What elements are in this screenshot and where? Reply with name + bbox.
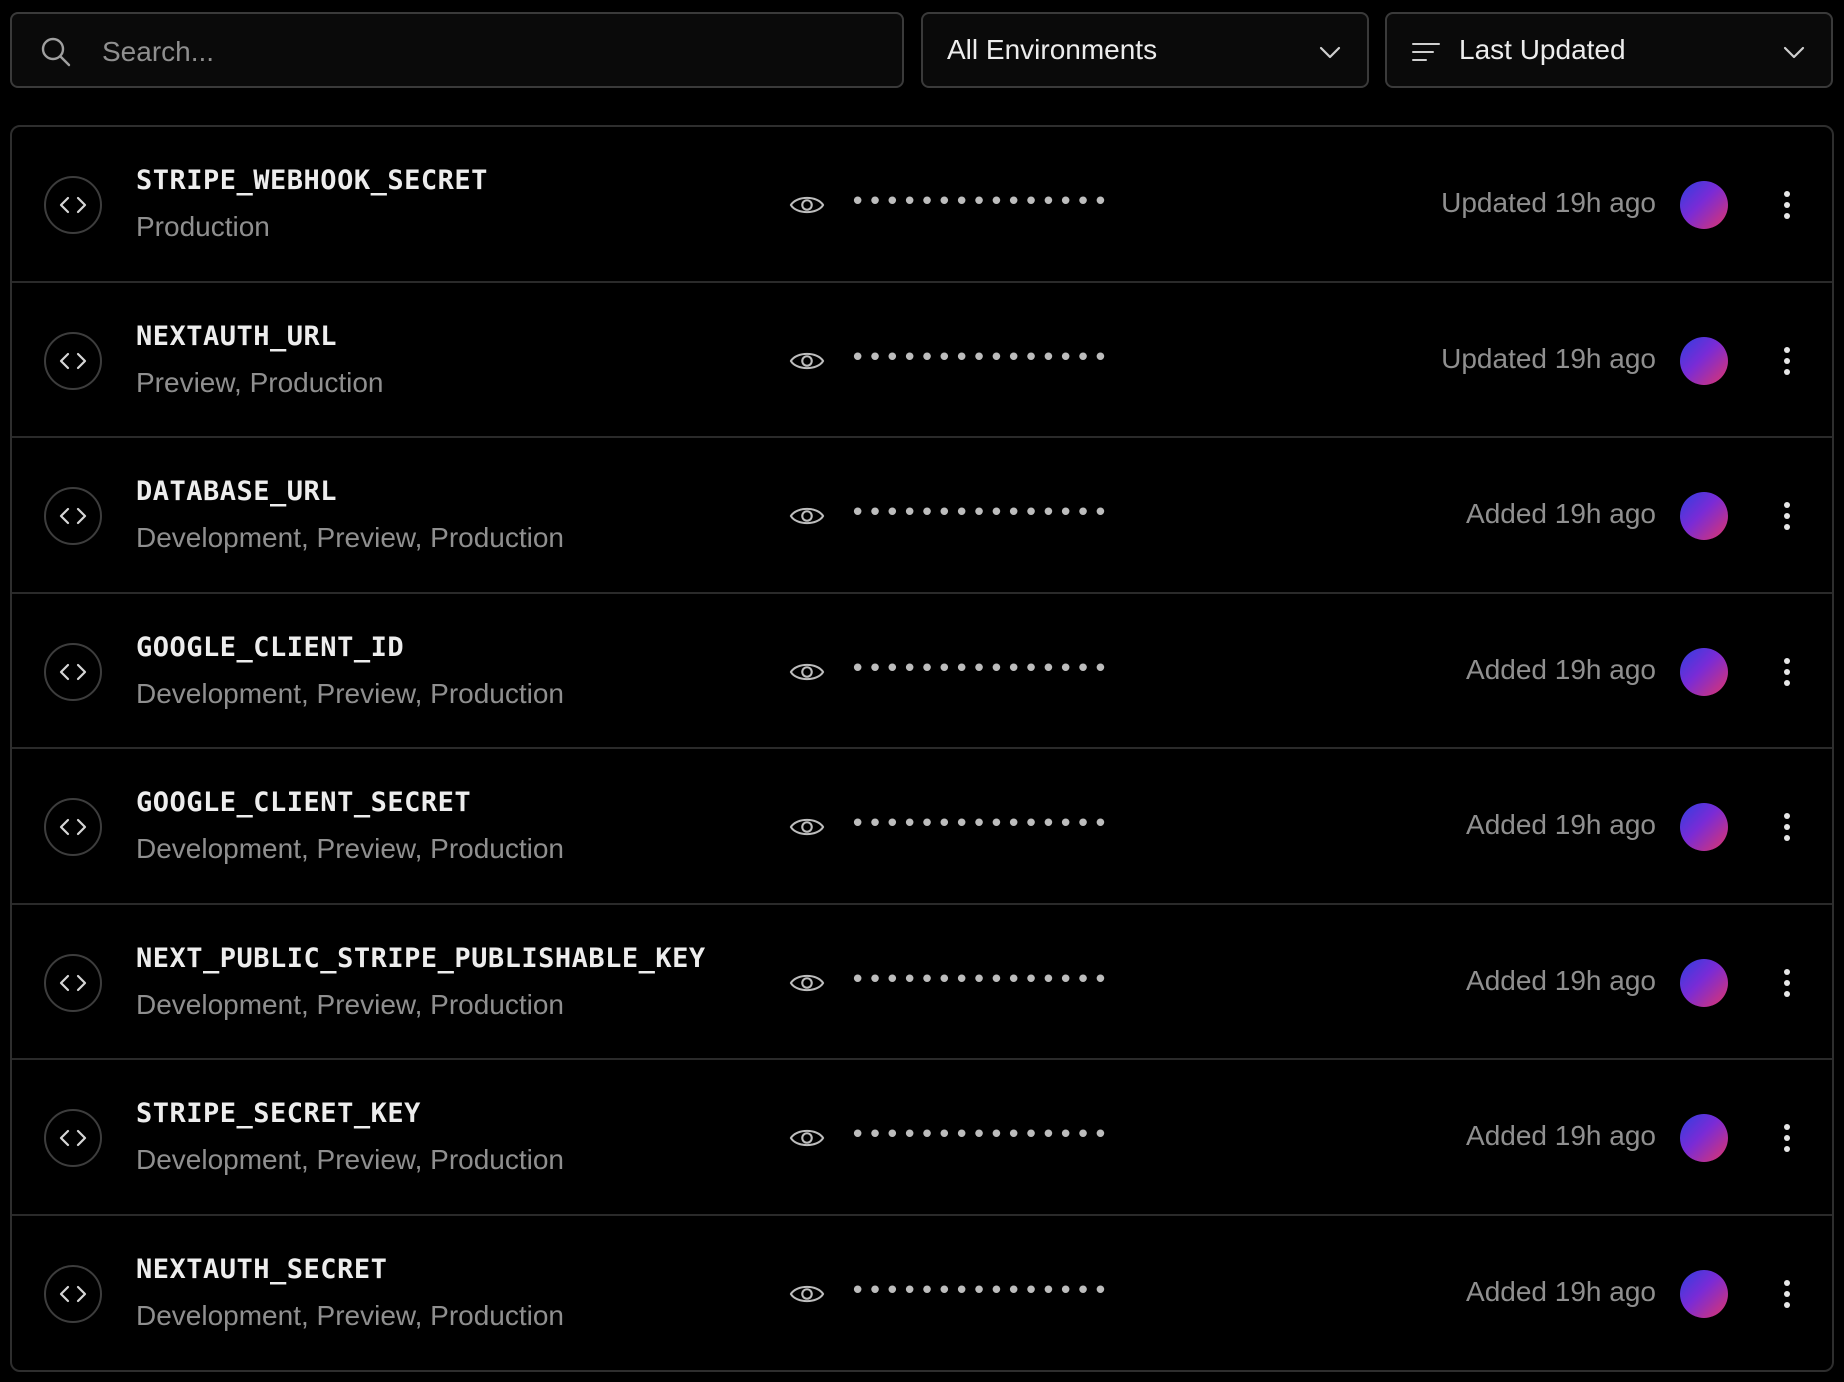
code-brackets-icon xyxy=(44,176,102,234)
avatar xyxy=(1680,492,1728,540)
masked-value: ••••••••••••••• xyxy=(850,809,1111,839)
code-brackets-icon xyxy=(44,953,102,1012)
eye-icon[interactable] xyxy=(788,810,826,844)
eye-icon[interactable] xyxy=(788,499,826,533)
avatar xyxy=(1680,958,1728,1007)
code-brackets-icon xyxy=(44,1109,102,1167)
env-var-row[interactable]: GOOGLE_CLIENT_ID Development, Preview, P… xyxy=(12,594,1832,749)
toolbar: All Environments Last Updated xyxy=(10,12,1833,90)
environment-select[interactable]: All Environments xyxy=(921,12,1369,88)
more-vertical-icon[interactable] xyxy=(1772,961,1802,1005)
env-var-name: DATABASE_URL xyxy=(136,476,338,507)
search-icon xyxy=(40,36,72,68)
env-var-name: NEXTAUTH_URL xyxy=(136,320,338,352)
chevron-down-icon xyxy=(1781,40,1807,64)
masked-value: ••••••••••••••• xyxy=(850,964,1111,995)
env-var-environments: Development, Preview, Production xyxy=(136,1144,564,1175)
more-vertical-icon[interactable] xyxy=(1772,183,1802,227)
env-var-environments: Development, Preview, Production xyxy=(136,522,564,553)
eye-icon[interactable] xyxy=(788,1277,826,1311)
env-var-timestamp: Added 19h ago xyxy=(1466,1120,1656,1151)
env-var-list: STRIPE_WEBHOOK_SECRET Production •••••••… xyxy=(10,125,1834,1372)
more-vertical-icon[interactable] xyxy=(1772,494,1802,538)
env-var-timestamp: Updated 19h ago xyxy=(1441,187,1656,218)
more-vertical-icon[interactable] xyxy=(1772,1116,1802,1160)
more-vertical-icon[interactable] xyxy=(1772,339,1802,383)
env-var-name: STRIPE_WEBHOOK_SECRET xyxy=(136,165,488,196)
sort-select-value: Last Updated xyxy=(1459,34,1626,65)
env-var-name: GOOGLE_CLIENT_ID xyxy=(136,631,405,663)
more-vertical-icon[interactable] xyxy=(1772,650,1802,694)
env-var-timestamp: Added 19h ago xyxy=(1466,809,1656,840)
env-var-timestamp: Added 19h ago xyxy=(1466,1275,1656,1307)
code-brackets-icon xyxy=(44,1264,102,1323)
env-var-environments: Development, Preview, Production xyxy=(136,988,564,1020)
avatar xyxy=(1680,647,1728,696)
env-var-timestamp: Added 19h ago xyxy=(1466,653,1656,685)
search-input[interactable] xyxy=(100,28,884,76)
env-var-timestamp: Added 19h ago xyxy=(1466,498,1656,529)
chevron-down-icon xyxy=(1317,40,1343,64)
more-vertical-icon[interactable] xyxy=(1772,1272,1802,1316)
eye-icon[interactable] xyxy=(788,188,826,222)
masked-value: ••••••••••••••• xyxy=(850,653,1111,684)
env-var-row[interactable]: STRIPE_WEBHOOK_SECRET Production •••••••… xyxy=(12,127,1832,283)
env-var-row[interactable]: NEXT_PUBLIC_STRIPE_PUBLISHABLE_KEY Devel… xyxy=(12,905,1832,1060)
env-var-row[interactable]: NEXTAUTH_URL Preview, Production •••••••… xyxy=(12,283,1832,438)
avatar xyxy=(1680,336,1728,385)
env-var-environments: Production xyxy=(136,211,270,242)
masked-value: ••••••••••••••• xyxy=(850,187,1111,217)
avatar xyxy=(1680,803,1728,851)
masked-value: ••••••••••••••• xyxy=(850,1275,1111,1306)
code-brackets-icon xyxy=(44,642,102,701)
env-var-timestamp: Added 19h ago xyxy=(1466,964,1656,996)
env-var-row[interactable]: STRIPE_SECRET_KEY Development, Preview, … xyxy=(12,1060,1832,1216)
environment-select-value: All Environments xyxy=(947,34,1158,65)
env-var-environments: Development, Preview, Production xyxy=(136,677,564,709)
avatar xyxy=(1680,1114,1728,1162)
env-var-environments: Development, Preview, Production xyxy=(136,1299,564,1331)
env-var-row[interactable]: DATABASE_URL Development, Preview, Produ… xyxy=(12,438,1832,594)
sort-lines-icon xyxy=(1411,38,1441,66)
eye-icon[interactable] xyxy=(788,344,826,378)
env-var-name: STRIPE_SECRET_KEY xyxy=(136,1098,421,1129)
env-var-name: NEXTAUTH_SECRET xyxy=(136,1253,388,1285)
env-var-row[interactable]: NEXTAUTH_SECRET Development, Preview, Pr… xyxy=(12,1216,1832,1371)
env-var-environments: Development, Preview, Production xyxy=(136,833,564,864)
code-brackets-icon xyxy=(44,798,102,856)
eye-icon[interactable] xyxy=(788,655,826,689)
avatar xyxy=(1680,1269,1728,1318)
avatar xyxy=(1680,181,1728,229)
env-var-name: NEXT_PUBLIC_STRIPE_PUBLISHABLE_KEY xyxy=(136,942,706,974)
eye-icon[interactable] xyxy=(788,966,826,1000)
masked-value: ••••••••••••••• xyxy=(850,342,1111,373)
sort-select[interactable]: Last Updated xyxy=(1385,12,1833,88)
more-vertical-icon[interactable] xyxy=(1772,805,1802,849)
eye-icon[interactable] xyxy=(788,1121,826,1155)
env-var-name: GOOGLE_CLIENT_SECRET xyxy=(136,787,472,818)
masked-value: ••••••••••••••• xyxy=(850,1120,1111,1150)
code-brackets-icon xyxy=(44,331,102,390)
env-var-environments: Preview, Production xyxy=(136,366,384,398)
search-box[interactable] xyxy=(10,12,904,88)
code-brackets-icon xyxy=(44,487,102,545)
masked-value: ••••••••••••••• xyxy=(850,498,1111,528)
env-var-row[interactable]: GOOGLE_CLIENT_SECRET Development, Previe… xyxy=(12,749,1832,905)
env-var-timestamp: Updated 19h ago xyxy=(1441,342,1656,374)
